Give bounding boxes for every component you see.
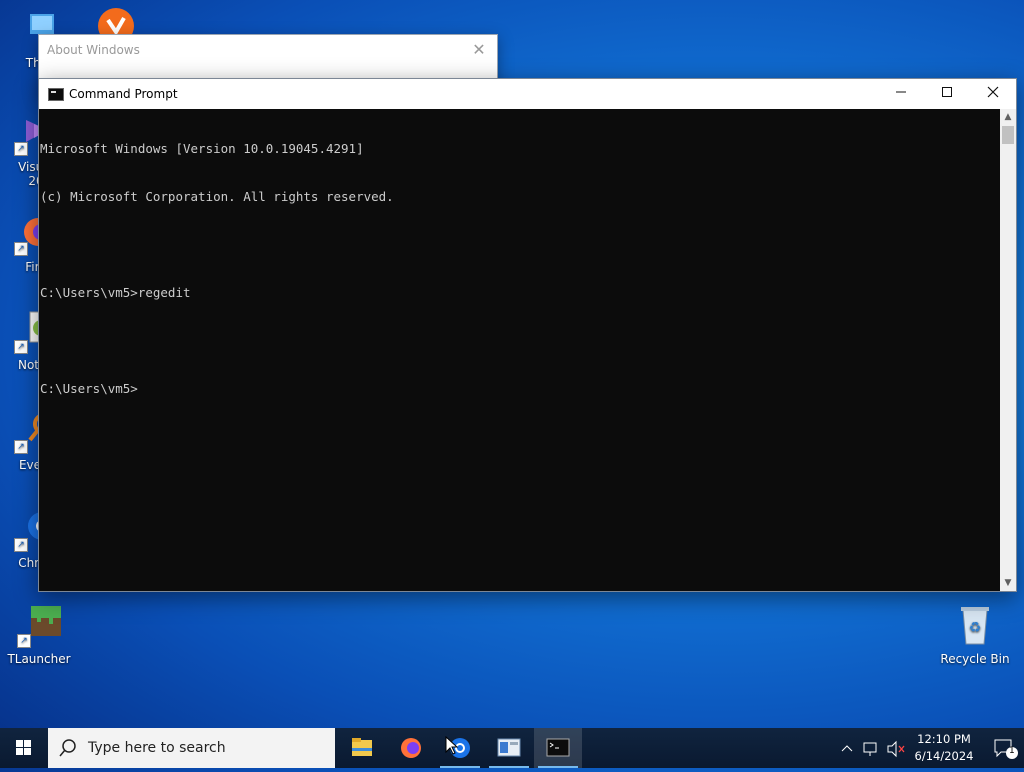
grass-block-icon: ↗ — [17, 604, 61, 648]
title-bar[interactable]: Command Prompt — [39, 79, 1016, 109]
clock-date: 6/14/2024 — [914, 749, 974, 763]
close-button[interactable] — [970, 79, 1016, 109]
command-prompt-icon — [546, 738, 570, 757]
notification-center-button[interactable]: 1 — [992, 736, 1018, 760]
command-prompt-window[interactable]: Command Prompt Microsoft Windows [Versio… — [38, 78, 1017, 592]
window-title: About Windows — [47, 43, 140, 57]
scrollbar-thumb[interactable] — [1002, 126, 1014, 144]
taskbar-firefox[interactable] — [387, 728, 435, 768]
desktop-icon-label: TLauncher — [7, 652, 71, 666]
network-icon — [863, 742, 877, 753]
system-tray — [836, 728, 916, 768]
close-icon — [987, 86, 999, 98]
console-line: (c) Microsoft Corporation. All rights re… — [40, 189, 394, 204]
taskbar-chrome[interactable] — [436, 728, 484, 768]
shortcut-arrow-icon: ↗ — [14, 440, 28, 454]
scroll-up-icon[interactable]: ▲ — [1000, 109, 1016, 125]
firefox-icon — [401, 738, 421, 758]
cmd-app-icon — [48, 88, 64, 101]
minimize-button[interactable] — [878, 79, 924, 109]
start-button[interactable] — [0, 728, 48, 768]
window-title: Command Prompt — [69, 87, 178, 101]
scroll-down-icon[interactable]: ▼ — [1000, 575, 1016, 591]
console-line: Microsoft Windows [Version 10.0.19045.42… — [40, 141, 364, 156]
console-output[interactable]: Microsoft Windows [Version 10.0.19045.42… — [39, 109, 1000, 591]
console-prompt-line: C:\Users\vm5> — [40, 381, 138, 396]
maximize-button[interactable] — [924, 79, 970, 109]
desktop-icon-label: Recycle Bin — [940, 652, 1010, 666]
taskbar: Type here to search 12:10 PM 6/14/2024 1 — [0, 728, 1024, 768]
shortcut-arrow-icon: ↗ — [14, 538, 28, 552]
shortcut-arrow-icon: ↗ — [14, 340, 28, 354]
chrome-icon — [450, 738, 470, 758]
taskbar-file-explorer[interactable] — [338, 728, 386, 768]
windows-logo-icon — [16, 740, 31, 755]
close-icon[interactable]: ✕ — [467, 39, 491, 61]
volume-muted-icon — [887, 740, 897, 758]
app-window-icon — [497, 738, 521, 757]
shortcut-arrow-icon: ↗ — [14, 242, 28, 256]
taskbar-clock[interactable]: 12:10 PM 6/14/2024 — [908, 731, 980, 765]
desktop-icon-recycle-bin[interactable]: ♻ Recycle Bin — [935, 604, 1015, 666]
desktop-icon-tlauncher[interactable]: ↗ TLauncher — [3, 604, 75, 666]
svg-text:♻: ♻ — [969, 620, 982, 636]
taskbar-command-prompt[interactable] — [534, 728, 582, 768]
recycle-bin-icon: ♻ — [953, 604, 997, 648]
taskbar-app-window[interactable] — [485, 728, 533, 768]
clock-time: 12:10 PM — [917, 732, 971, 746]
minimize-icon — [896, 91, 906, 93]
search-icon — [58, 738, 78, 758]
file-explorer-icon — [352, 738, 372, 756]
notification-count: 1 — [1009, 746, 1015, 756]
shortcut-arrow-icon: ↗ — [17, 634, 31, 648]
show-hidden-icons-icon — [841, 745, 853, 752]
console-line: C:\Users\vm5>regedit — [40, 285, 191, 300]
taskbar-search-box[interactable]: Type here to search — [48, 728, 335, 768]
shortcut-arrow-icon: ↗ — [14, 142, 28, 156]
maximize-icon — [942, 87, 952, 97]
vertical-scrollbar[interactable]: ▲ ▼ — [1000, 109, 1016, 591]
search-placeholder: Type here to search — [88, 740, 226, 756]
mouse-cursor-icon — [445, 736, 459, 755]
